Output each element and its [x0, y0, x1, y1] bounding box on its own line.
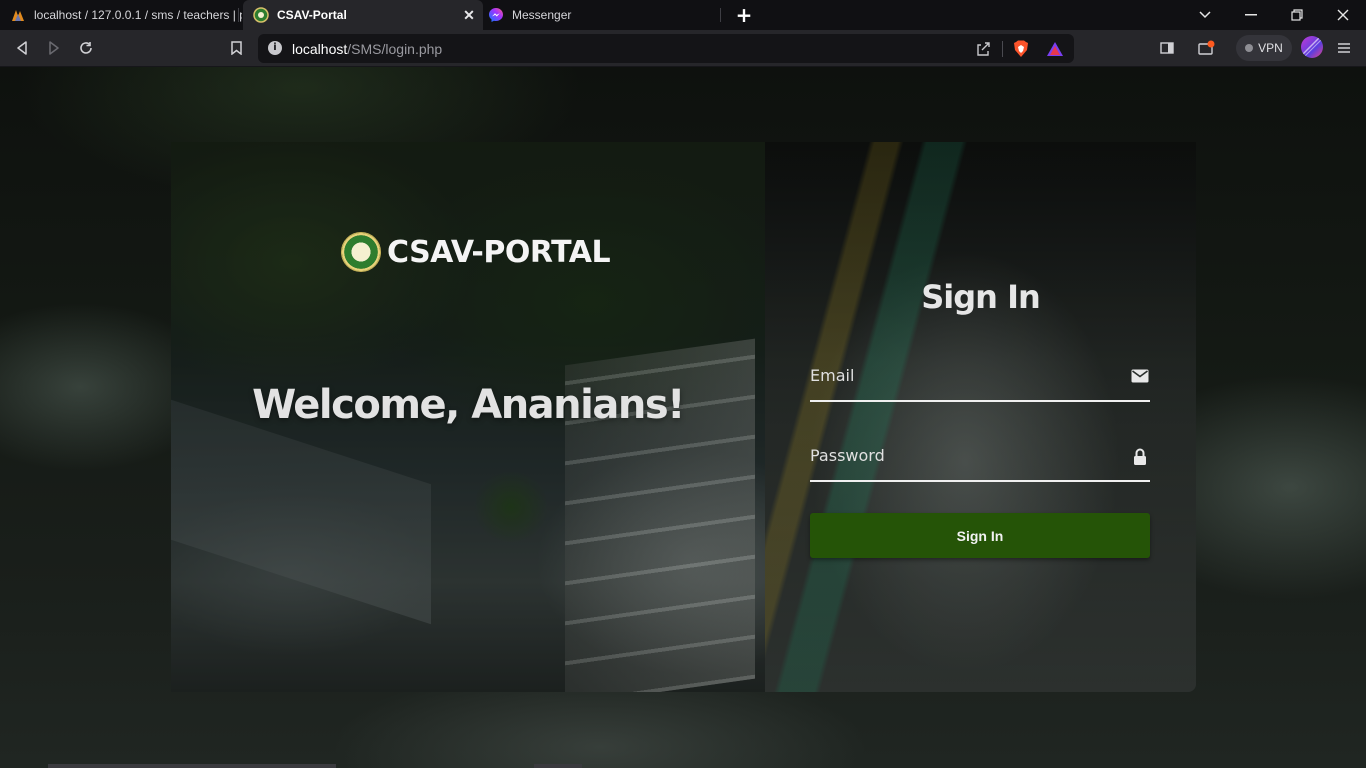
signin-title: Sign In: [921, 278, 1041, 316]
horizontal-scrollbar[interactable]: [48, 764, 336, 768]
share-icon[interactable]: [974, 40, 992, 58]
phpmyadmin-icon: [10, 7, 26, 23]
password-input[interactable]: [810, 432, 1110, 478]
login-card: CSAV-PORTAL Welcome, Ananians! Sign In S…: [171, 142, 1196, 692]
brave-shields-icon[interactable]: [1012, 40, 1030, 58]
profile-avatar[interactable]: [1301, 36, 1323, 58]
tab-divider: [238, 8, 239, 22]
address-bar[interactable]: i localhost/SMS/login.php: [258, 34, 1074, 63]
brand-name: CSAV-PORTAL: [387, 234, 611, 270]
urlbar-divider: [1002, 41, 1003, 57]
envelope-icon: [1130, 366, 1150, 386]
menu-hamburger-icon[interactable]: [1334, 38, 1354, 58]
tab-title: CSAV-Portal: [277, 8, 347, 22]
password-field: [810, 432, 1150, 482]
sidebar-toggle-icon[interactable]: [1157, 38, 1177, 58]
bookmark-icon[interactable]: [226, 38, 246, 58]
welcome-heading: Welcome, Ananians!: [252, 382, 685, 428]
horizontal-scrollbar-segment[interactable]: [534, 764, 582, 768]
signin-panel: Sign In Sign In: [765, 142, 1196, 692]
brand-logo: CSAV-PORTAL: [341, 230, 611, 274]
close-window-icon[interactable]: [1333, 5, 1353, 25]
browser-toolbar: i localhost/SMS/login.php VPN: [0, 30, 1366, 67]
brave-rewards-icon[interactable]: [1046, 40, 1064, 58]
tab-title: localhost / 127.0.0.1 / sms / teachers |…: [34, 8, 242, 22]
minimize-window-icon[interactable]: [1241, 5, 1261, 25]
url-text[interactable]: localhost/SMS/login.php: [292, 41, 442, 57]
tab-messenger[interactable]: Messenger: [488, 0, 720, 30]
restore-window-icon[interactable]: [1287, 5, 1307, 25]
email-field: [810, 352, 1150, 402]
tab-title: Messenger: [512, 8, 572, 22]
vpn-button[interactable]: VPN: [1236, 35, 1292, 61]
tab-csav-portal[interactable]: CSAV-Portal ✕: [243, 0, 483, 30]
email-input[interactable]: [810, 352, 1110, 398]
lock-icon: [1130, 446, 1150, 466]
messenger-icon: [488, 7, 504, 23]
wallet-icon[interactable]: [1197, 38, 1217, 58]
signin-button[interactable]: Sign In: [810, 513, 1150, 558]
reload-icon[interactable]: [76, 38, 96, 58]
close-tab-icon[interactable]: ✕: [461, 7, 477, 23]
welcome-panel: CSAV-PORTAL Welcome, Ananians!: [171, 142, 765, 692]
back-icon[interactable]: [12, 38, 32, 58]
page-background: CSAV-PORTAL Welcome, Ananians! Sign In S…: [0, 67, 1366, 768]
tab-divider: [720, 8, 721, 22]
site-info-icon[interactable]: i: [268, 41, 282, 55]
forward-icon[interactable]: [44, 38, 64, 58]
vpn-status-dot: [1245, 44, 1254, 52]
csav-seal-icon: [341, 232, 381, 272]
csav-seal-icon: [253, 7, 269, 23]
tab-bar: localhost / 127.0.0.1 / sms / teachers |…: [0, 0, 1366, 30]
new-tab-plus-icon[interactable]: +: [734, 5, 754, 25]
tab-list-chevron-icon[interactable]: [1195, 5, 1215, 25]
tab-phpmyadmin[interactable]: localhost / 127.0.0.1 / sms / teachers |…: [10, 0, 242, 30]
vpn-label: VPN: [1258, 41, 1283, 55]
